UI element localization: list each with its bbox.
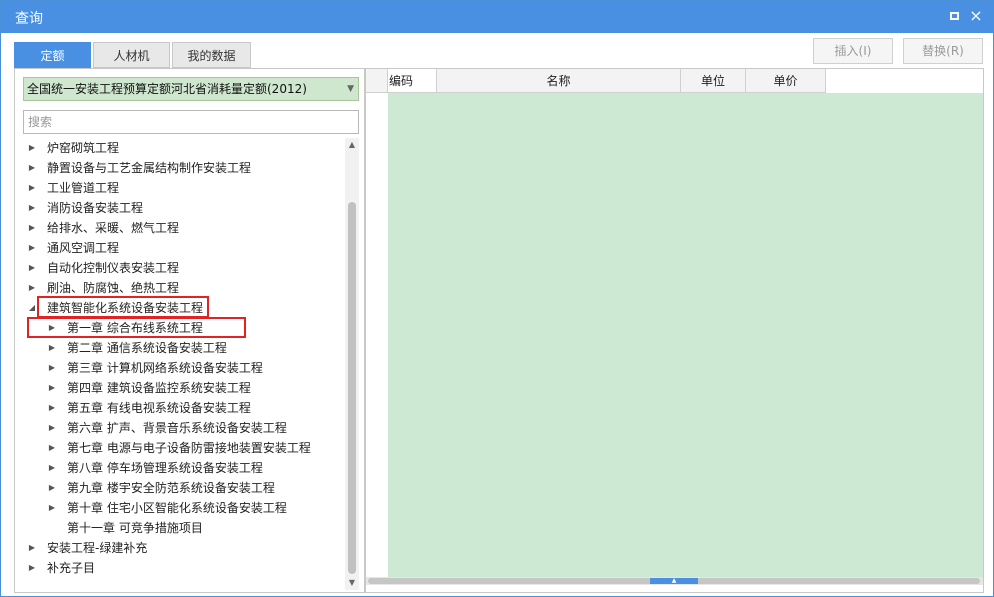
tree-node-label: 第五章 有线电视系统设备安装工程 bbox=[67, 401, 251, 415]
collapse-arrow-icon[interactable]: ◢ bbox=[27, 298, 37, 318]
expand-arrow-icon[interactable]: ▶ bbox=[47, 378, 57, 398]
tree-node-label: 第七章 电源与电子设备防雷接地装置安装工程 bbox=[67, 441, 311, 455]
expand-arrow-icon[interactable]: ▶ bbox=[27, 238, 37, 258]
expand-arrow-icon[interactable]: ▶ bbox=[47, 458, 57, 478]
replace-button[interactable]: 替换(R) bbox=[903, 38, 983, 64]
tree-node-label: 第二章 通信系统设备安装工程 bbox=[67, 341, 227, 355]
tree-node-label: 第八章 停车场管理系统设备安装工程 bbox=[67, 461, 263, 475]
tree-node-label: 第九章 楼宇安全防范系统设备安装工程 bbox=[67, 481, 275, 495]
expand-arrow-icon[interactable]: ▶ bbox=[27, 258, 37, 278]
tree-node-label: 静置设备与工艺金属结构制作安装工程 bbox=[47, 161, 252, 175]
search-input[interactable] bbox=[23, 110, 359, 134]
quota-library-select[interactable]: 全国统一安装工程预算定额河北省消耗量定额(2012) ▼ bbox=[23, 77, 359, 101]
tree-node-label: 第六章 扩声、背景音乐系统设备安装工程 bbox=[67, 421, 287, 435]
expand-arrow-icon[interactable]: ▶ bbox=[47, 418, 57, 438]
insert-button[interactable]: 插入(I) bbox=[813, 38, 893, 64]
scroll-down-icon[interactable]: ▼ bbox=[345, 576, 359, 590]
close-icon[interactable]: × bbox=[967, 7, 985, 25]
quota-library-selected: 全国统一安装工程预算定额河北省消耗量定额(2012) bbox=[27, 82, 307, 96]
scrollbar-thumb[interactable] bbox=[348, 202, 356, 574]
expand-arrow-icon[interactable]: ▶ bbox=[47, 498, 57, 518]
panel-splitter-handle[interactable]: ▲ bbox=[650, 578, 698, 584]
tab-my-data[interactable]: 我的数据 bbox=[172, 42, 251, 68]
maximize-icon[interactable] bbox=[945, 7, 963, 25]
tree-node-label: 建筑智能化系统设备安装工程 bbox=[47, 301, 204, 315]
expand-arrow-icon[interactable]: ▶ bbox=[27, 538, 37, 558]
results-grid: 编码 名称 单位 单价 ▲ bbox=[365, 68, 984, 593]
expand-arrow-icon[interactable]: ▶ bbox=[27, 158, 37, 178]
expand-arrow-icon[interactable]: ▶ bbox=[27, 138, 37, 158]
expand-arrow-icon[interactable]: ▶ bbox=[27, 558, 37, 578]
column-header-code[interactable]: 编码 bbox=[366, 69, 437, 93]
expand-arrow-icon[interactable]: ▶ bbox=[27, 198, 37, 218]
expand-arrow-icon[interactable]: ▶ bbox=[27, 178, 37, 198]
tree-node-label: 第一章 综合布线系统工程 bbox=[67, 321, 203, 335]
column-header-price[interactable]: 单价 bbox=[746, 69, 826, 93]
tree-node-label: 补充子目 bbox=[47, 561, 96, 575]
expand-arrow-icon[interactable]: ▶ bbox=[47, 398, 57, 418]
title-bar[interactable]: 查询 × bbox=[1, 1, 993, 33]
column-header-name[interactable]: 名称 bbox=[437, 69, 681, 93]
expand-arrow-icon[interactable]: ▶ bbox=[47, 318, 57, 338]
tree-node-label: 第四章 建筑设备监控系统安装工程 bbox=[67, 381, 251, 395]
tree-node-label: 安装工程-绿建补充 bbox=[47, 541, 148, 555]
expand-arrow-icon[interactable]: ▶ bbox=[47, 358, 57, 378]
tree-scrollbar[interactable]: ▲ ▼ bbox=[345, 138, 359, 590]
tree-node-label: 第十一章 可竞争措施项目 bbox=[67, 521, 203, 535]
window-title: 查询 bbox=[15, 11, 43, 27]
scroll-up-icon[interactable]: ▲ bbox=[345, 138, 359, 152]
expand-arrow-icon[interactable]: ▶ bbox=[47, 438, 57, 458]
tree-node-label: 消防设备安装工程 bbox=[47, 201, 144, 215]
expand-arrow-icon[interactable]: ▶ bbox=[47, 478, 57, 498]
tree-node-label: 通风空调工程 bbox=[47, 241, 120, 255]
tree-node-label: 刷油、防腐蚀、绝热工程 bbox=[47, 281, 180, 295]
row-gutter bbox=[366, 93, 388, 577]
expand-arrow-icon[interactable]: ▶ bbox=[47, 338, 57, 358]
dropdown-caret-icon[interactable]: ▼ bbox=[347, 78, 354, 100]
column-header-unit[interactable]: 单位 bbox=[681, 69, 746, 93]
expand-arrow-icon[interactable]: ▶ bbox=[27, 218, 37, 238]
tree-node-label: 自动化控制仪表安装工程 bbox=[47, 261, 180, 275]
tree-node-label: 第三章 计算机网络系统设备安装工程 bbox=[67, 361, 263, 375]
expand-arrow-icon[interactable]: ▶ bbox=[27, 278, 37, 298]
tab-quota[interactable]: 定额 bbox=[14, 42, 91, 68]
chapter-tree: ▶ 炉窑砌筑工程 ▶ 静置设备与工艺金属结构制作安装工程 ▶ 工业管道工程 ▶ … bbox=[15, 138, 345, 593]
tree-node-label: 炉窑砌筑工程 bbox=[47, 141, 120, 155]
query-dialog: 查询 × 定额 人材机 我的数据 插入(I) 替换(R) 全国统一安装工程预算定… bbox=[0, 0, 994, 597]
tree-node-label: 第十章 住宅小区智能化系统设备安装工程 bbox=[67, 501, 287, 515]
tree-node-label: 工业管道工程 bbox=[47, 181, 120, 195]
left-panel: 全国统一安装工程预算定额河北省消耗量定额(2012) ▼ ▶ 炉窑砌筑工程 ▶ … bbox=[14, 68, 365, 593]
tree-node-label: 给排水、采暖、燃气工程 bbox=[47, 221, 180, 235]
tab-labor-material-machine[interactable]: 人材机 bbox=[93, 42, 170, 68]
grid-body[interactable] bbox=[366, 93, 983, 577]
